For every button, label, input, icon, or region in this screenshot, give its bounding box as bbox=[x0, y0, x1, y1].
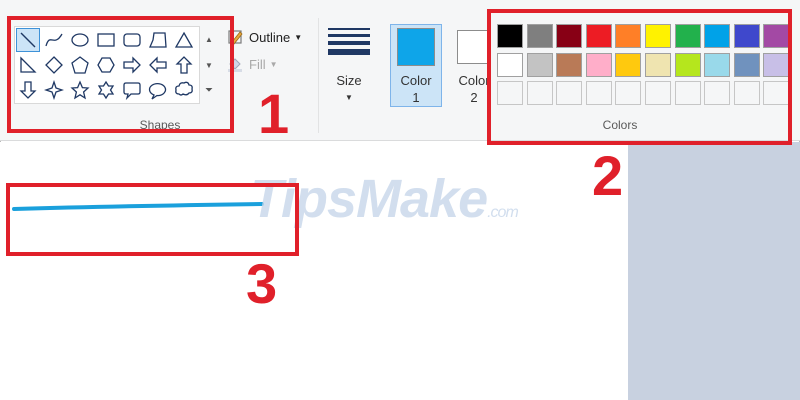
color1-swatch bbox=[397, 28, 435, 66]
outline-label: Outline bbox=[249, 29, 291, 45]
outline-button[interactable]: Outline ▼ bbox=[226, 28, 302, 46]
callout-number-1: 1 bbox=[258, 82, 290, 145]
canvas-workspace-background bbox=[628, 142, 800, 400]
color1-label: Color bbox=[400, 73, 432, 88]
fill-label: Fill bbox=[249, 56, 266, 72]
ribbon-divider bbox=[318, 18, 319, 133]
watermark-suffix: .com bbox=[487, 204, 519, 221]
color1-number: 1 bbox=[412, 90, 420, 105]
size-icon[interactable] bbox=[328, 28, 370, 59]
callout-box-line bbox=[6, 183, 299, 256]
outline-caret-icon: ▼ bbox=[294, 32, 303, 42]
callout-number-3: 3 bbox=[246, 252, 278, 315]
fill-caret-icon: ▼ bbox=[269, 59, 278, 69]
callout-box-shapes bbox=[7, 16, 234, 133]
callout-box-colors bbox=[487, 9, 792, 145]
size-label: Size bbox=[336, 73, 362, 88]
callout-number-2: 2 bbox=[592, 144, 624, 207]
size-caret-icon[interactable]: ▼ bbox=[322, 90, 376, 106]
color2-swatch[interactable] bbox=[457, 30, 491, 64]
